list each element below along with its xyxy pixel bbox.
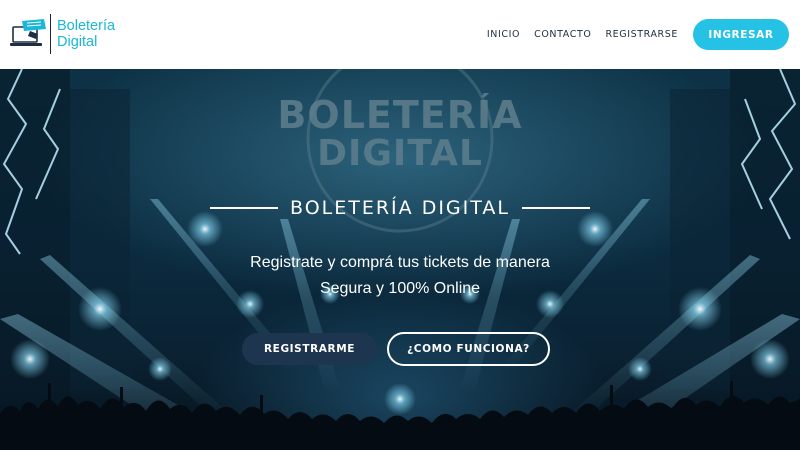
background-title-line-1: BOLETERÍA bbox=[277, 93, 523, 137]
title-right-line bbox=[521, 207, 590, 209]
logo-line-1: Boletería bbox=[57, 18, 116, 34]
site-header: Boletería Digital INICIO CONTACTO REGIST… bbox=[0, 0, 800, 69]
title-left-line bbox=[210, 207, 278, 209]
nav-link-inicio[interactable]: INICIO bbox=[487, 29, 520, 40]
logo-text: Boletería Digital bbox=[57, 18, 115, 50]
site-logo[interactable]: Boletería Digital bbox=[10, 12, 115, 56]
logo-divider bbox=[50, 14, 51, 54]
hero-section: BOLETERÍA DIGITAL BOLETERÍA DIGITAL Regi… bbox=[0, 69, 800, 450]
register-button[interactable]: REGISTRARME bbox=[242, 333, 377, 365]
main-nav: INICIO CONTACTO REGISTRARSE bbox=[473, 0, 678, 69]
nav-link-registrarse[interactable]: REGISTRARSE bbox=[605, 29, 678, 40]
hero-subtitle-line-2: Segura y 100% Online bbox=[319, 280, 481, 297]
background-title-line-2: DIGITAL bbox=[317, 133, 483, 174]
hero-subtitle-line-1: Registrate y comprá tus tickets de maner… bbox=[250, 254, 550, 271]
nav-link-contacto[interactable]: CONTACTO bbox=[534, 29, 591, 40]
logo-line-2: Digital bbox=[57, 34, 98, 50]
ticket-laptop-logo-icon bbox=[10, 19, 46, 46]
hero-title-row: BOLETERÍA DIGITAL bbox=[204, 195, 596, 221]
hero-title: BOLETERÍA DIGITAL bbox=[290, 197, 510, 219]
how-it-works-button[interactable]: ¿COMO FUNCIONA? bbox=[387, 332, 550, 366]
login-button[interactable]: INGRESAR bbox=[693, 19, 789, 50]
